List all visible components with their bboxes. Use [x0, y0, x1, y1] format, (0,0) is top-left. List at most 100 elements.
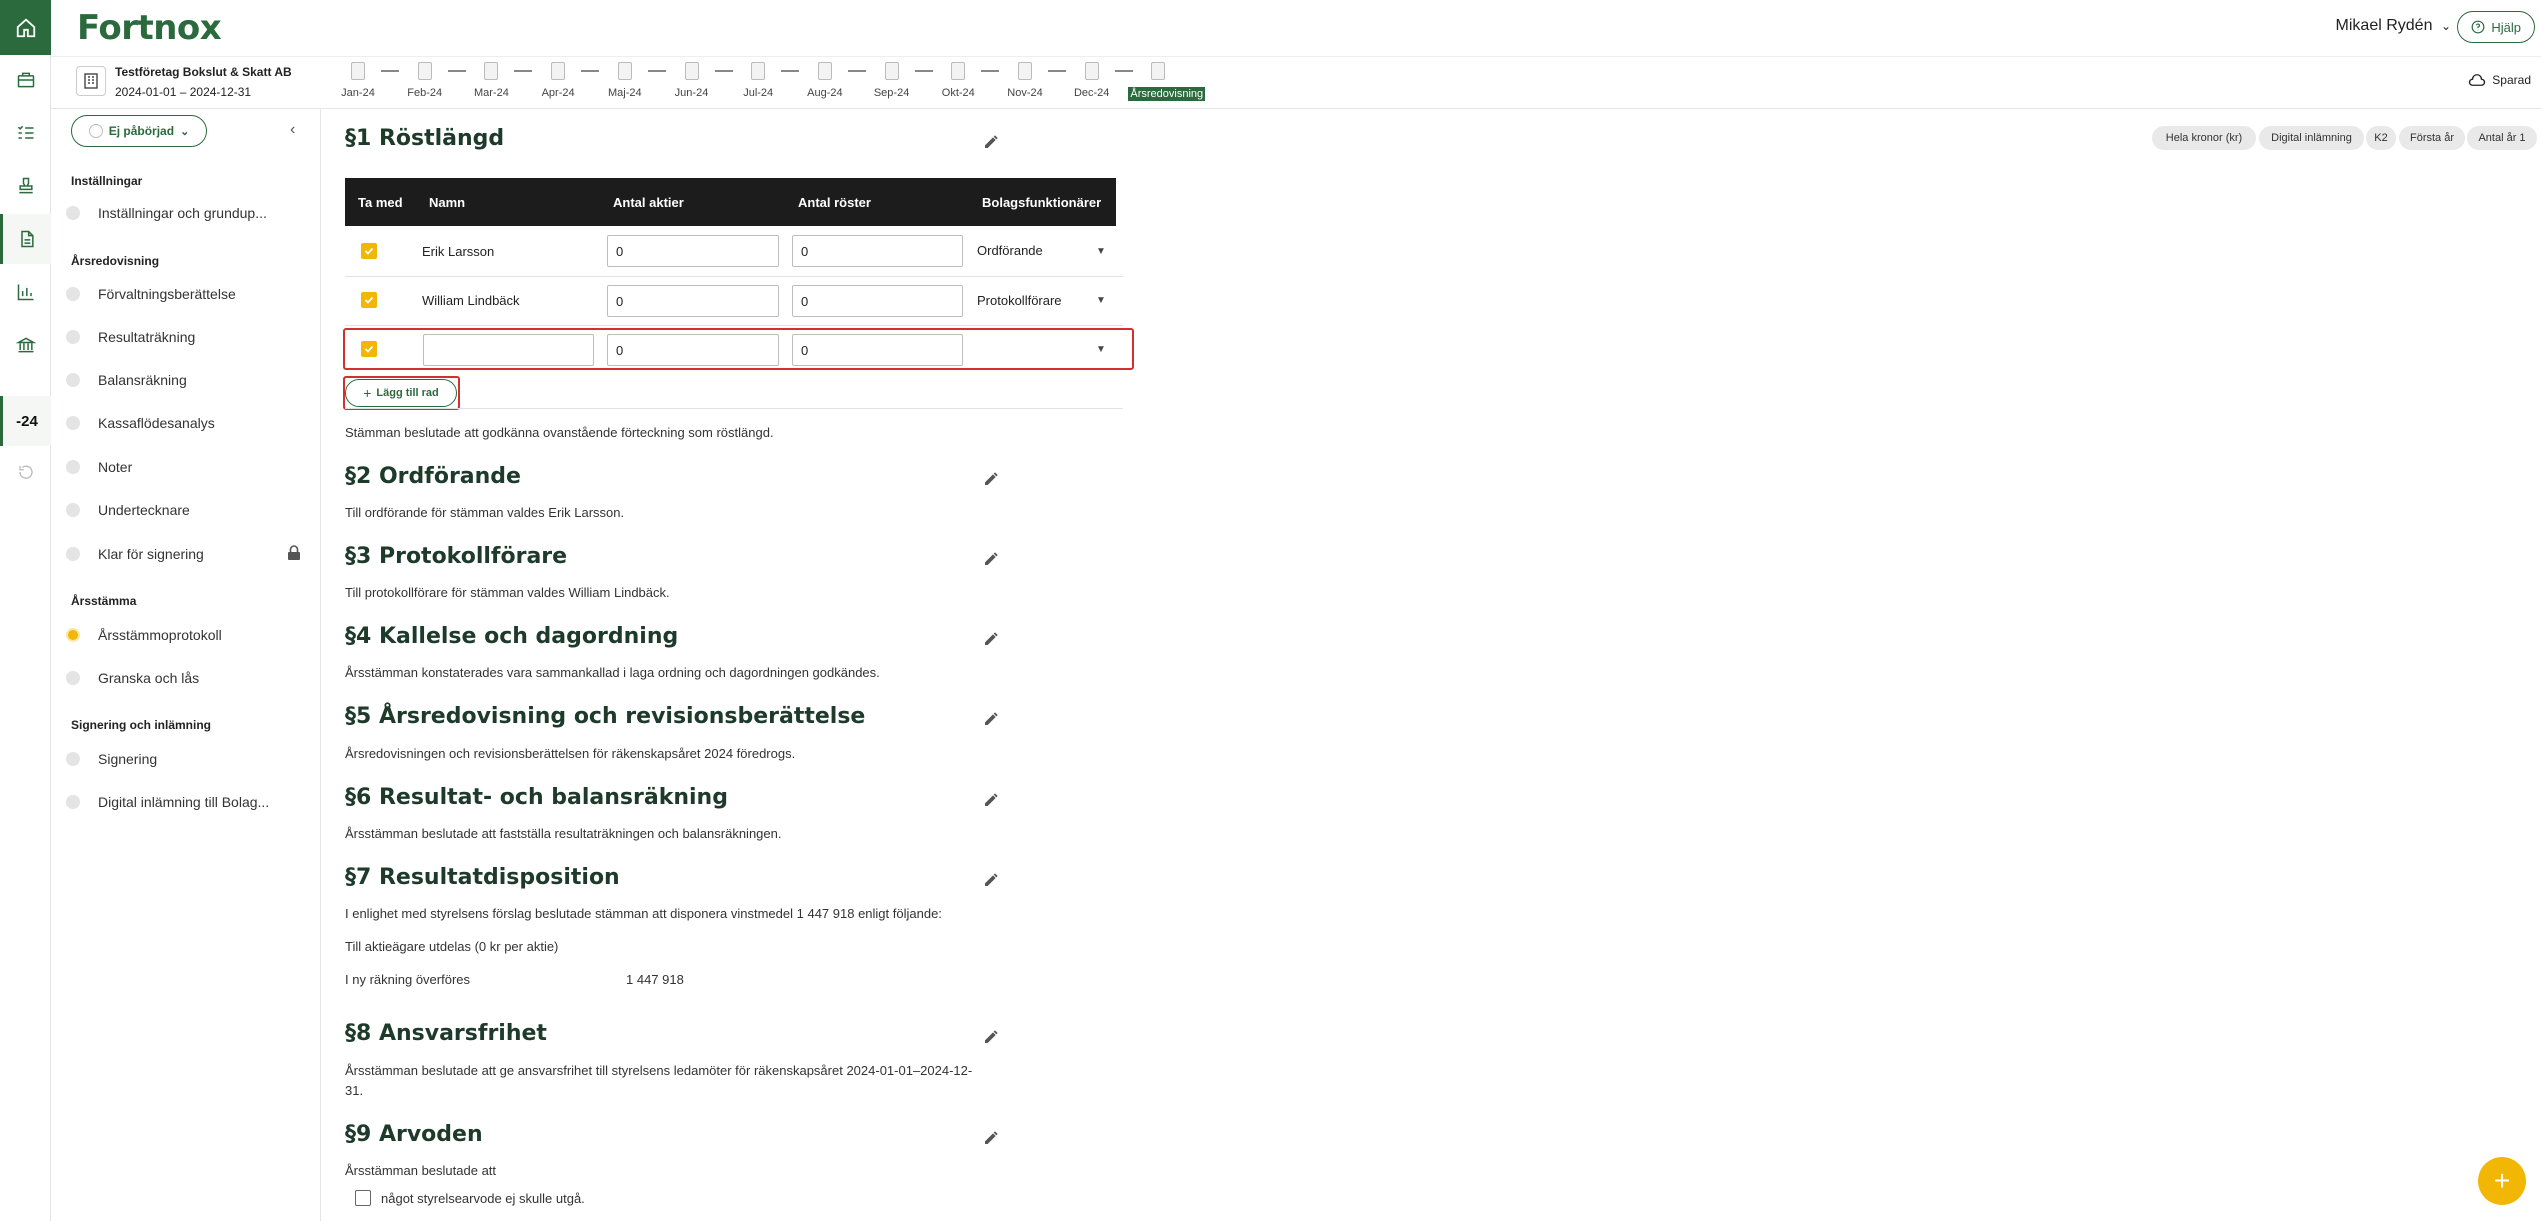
- briefcase-icon: [17, 72, 34, 88]
- dropdown-caret-icon[interactable]: ▼: [1096, 246, 1106, 257]
- dropdown-caret-icon[interactable]: ▼: [1096, 295, 1106, 306]
- month-step[interactable]: Okt-24: [928, 62, 988, 99]
- month-step[interactable]: Feb-24: [395, 62, 455, 99]
- edit-button-6[interactable]: [983, 792, 1001, 810]
- chevron-left-icon: ‹: [290, 121, 296, 138]
- step-dot: [66, 671, 80, 685]
- role-select[interactable]: Protokollförare: [977, 293, 1062, 308]
- role-select[interactable]: Ordförande: [977, 243, 1043, 258]
- rail-stamp-button[interactable]: [0, 161, 51, 211]
- home-button[interactable]: [0, 0, 51, 55]
- plus-icon: +: [363, 385, 372, 401]
- sidebar-section-title: Signering och inlämning: [71, 718, 212, 732]
- month-step[interactable]: Apr-24: [528, 62, 588, 99]
- month-step[interactable]: Årsredovisning: [1128, 62, 1206, 101]
- history-icon: [18, 465, 33, 479]
- edit-button-8[interactable]: [983, 1029, 1001, 1047]
- include-checkbox[interactable]: [361, 243, 377, 259]
- company-name: Testföretag Bokslut & Skatt AB: [115, 65, 292, 79]
- table-header: Ta med Namn Antal aktier Antal röster Bo…: [345, 178, 1116, 226]
- month-step[interactable]: Jul-24: [728, 62, 788, 99]
- rail-document-button[interactable]: [0, 214, 51, 264]
- section-title-1: §1 Röstlängd: [345, 126, 505, 151]
- document-icon: [884, 62, 899, 80]
- shareholder-name: William Lindbäck: [422, 293, 520, 308]
- votes-input[interactable]: 0: [792, 285, 963, 317]
- checklist-icon: [17, 125, 33, 139]
- status-dropdown[interactable]: Ej påbörjad ⌄: [71, 115, 207, 147]
- column-header: Antal röster: [798, 195, 871, 210]
- sidebar-item-label: Digital inlämning till Bolag...: [98, 794, 270, 810]
- votes-input[interactable]: 0: [792, 334, 963, 366]
- column-header: Antal aktier: [613, 195, 684, 210]
- shares-input[interactable]: 0: [607, 285, 779, 317]
- month-step[interactable]: Dec-24: [1062, 62, 1122, 99]
- edit-button-7[interactable]: [983, 872, 1001, 890]
- sidebar-item-digital-inlamning[interactable]: Digital inlämning till Bolag...: [66, 791, 269, 813]
- sidebar-item-granska-och-las[interactable]: Granska och lås: [66, 667, 199, 689]
- sidebar-item-arsstammoprotokoll[interactable]: Årsstämmoprotokoll: [66, 624, 222, 646]
- month-label: Jun-24: [674, 87, 709, 99]
- name-input[interactable]: [423, 334, 594, 366]
- document-icon: [351, 62, 365, 80]
- shares-input[interactable]: 0: [607, 235, 779, 267]
- include-checkbox[interactable]: [361, 341, 377, 357]
- add-row-button[interactable]: + Lägg till rad: [345, 379, 457, 407]
- rail-bank-button[interactable]: [0, 320, 51, 370]
- sidebar-item-forvaltningsberattelse[interactable]: Förvaltningsberättelse: [66, 283, 236, 305]
- rail-briefcase-button[interactable]: [0, 55, 51, 105]
- add-fab-button[interactable]: +: [2478, 1157, 2526, 1205]
- column-header: Bolagsfunktionärer: [982, 195, 1102, 210]
- shares-input[interactable]: 0: [607, 334, 779, 366]
- section-title-9: §9 Arvoden: [345, 1122, 483, 1147]
- edit-button-5[interactable]: [983, 711, 1001, 729]
- month-step[interactable]: Mar-24: [461, 62, 521, 99]
- fortnox-logo: Fortnox: [77, 8, 222, 48]
- month-label: Feb-24: [407, 87, 443, 99]
- fee-checkbox[interactable]: [355, 1190, 371, 1206]
- rail-list-button[interactable]: [0, 108, 51, 158]
- sidebar-item-noter[interactable]: Noter: [66, 456, 132, 478]
- include-checkbox[interactable]: [361, 292, 377, 308]
- sidebar-item-settings[interactable]: Inställningar och grundup...: [66, 202, 267, 224]
- edit-button-2[interactable]: [983, 471, 1001, 489]
- sidebar-item-balansrakning[interactable]: Balansräkning: [66, 369, 187, 391]
- rail-year-button[interactable]: -24: [0, 396, 51, 446]
- sidebar-item-signering[interactable]: Signering: [66, 748, 157, 770]
- month-step[interactable]: Sep-24: [862, 62, 922, 99]
- section-text-3: Till protokollförare för stämman valdes …: [345, 585, 670, 600]
- sidebar-item-undertecknare[interactable]: Undertecknare: [66, 499, 190, 521]
- document-icon: [751, 62, 766, 80]
- cloud-icon: [2469, 74, 2486, 86]
- step-dot: [66, 503, 80, 517]
- document-icon: [551, 62, 566, 80]
- edit-button-3[interactable]: [983, 551, 1001, 569]
- help-button[interactable]: Hjälp: [2457, 11, 2535, 43]
- month-label: Mar-24: [473, 87, 509, 99]
- month-step[interactable]: Jan-24: [328, 62, 388, 99]
- rail-history-button[interactable]: [0, 447, 51, 497]
- dropdown-caret-icon[interactable]: ▼: [1096, 344, 1106, 355]
- sidebar-item-resultatrakning[interactable]: Resultaträkning: [66, 326, 195, 348]
- sidebar-item-kassaflodesanalys[interactable]: Kassaflödesanalys: [66, 412, 215, 434]
- month-step[interactable]: Aug-24: [795, 62, 855, 99]
- fee-option-label: något styrelsearvode ej skulle utgå.: [381, 1191, 585, 1206]
- votes-input[interactable]: 0: [792, 235, 963, 267]
- sidebar-item-label: Noter: [98, 459, 133, 475]
- edit-button-4[interactable]: [983, 631, 1001, 649]
- collapse-sidebar-button[interactable]: ‹: [290, 121, 295, 139]
- rail-chart-button[interactable]: [0, 267, 51, 317]
- sidebar-item-klar-for-signering[interactable]: Klar för signering: [66, 543, 204, 565]
- step-dot: [66, 795, 80, 809]
- month-step[interactable]: Jun-24: [662, 62, 722, 99]
- month-step[interactable]: Maj-24: [595, 62, 655, 99]
- user-menu[interactable]: Mikael Rydén ⌄: [2336, 17, 2451, 35]
- edit-button-9[interactable]: [983, 1130, 1001, 1148]
- month-step[interactable]: Nov-24: [995, 62, 1055, 99]
- document-icon: [617, 62, 632, 80]
- sidebar-section-title: Inställningar: [71, 174, 143, 188]
- check-icon: [364, 345, 374, 353]
- sidebar-item-label: Årsstämmoprotokoll: [98, 627, 222, 643]
- pencil-icon: [985, 873, 998, 886]
- edit-button-1[interactable]: [983, 134, 1001, 152]
